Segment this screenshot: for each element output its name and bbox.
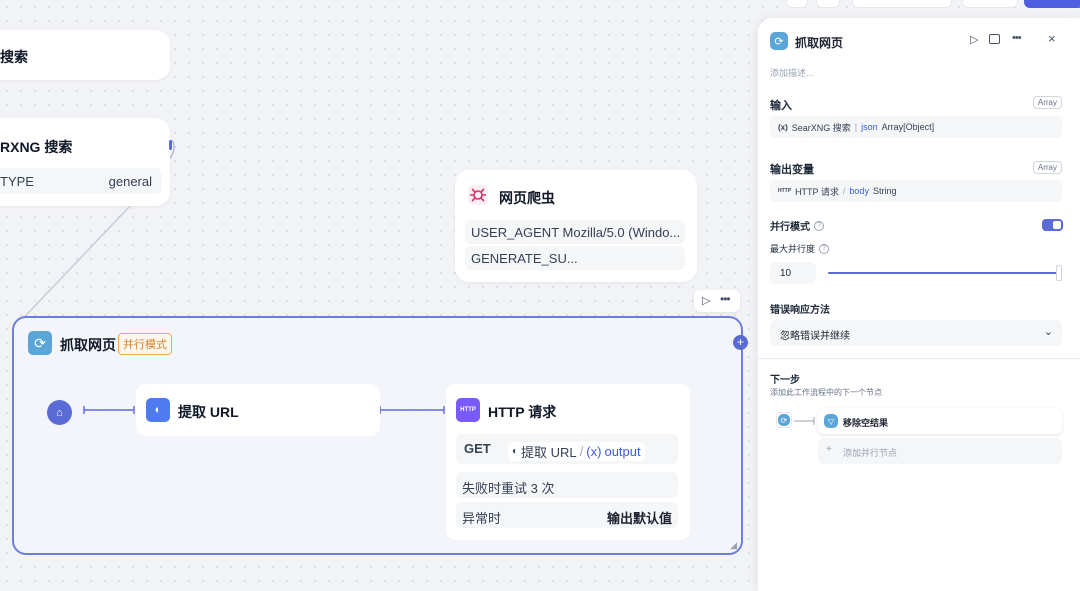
next-step-description: 添加此工作流程中的下一个节点 — [770, 388, 882, 397]
http-url-row: GET ◐ 提取 URL / (x) output — [456, 434, 678, 464]
extract-icon: ◐ — [146, 398, 170, 422]
node-hover-toolbar: ▷ ••• — [694, 290, 740, 312]
searxng-param-value: general — [108, 174, 152, 189]
http-node-title: HTTP 请求 — [488, 404, 557, 420]
input-variable-selector[interactable]: (x) SearXNG 搜索 | json Array[Object] — [770, 116, 1062, 138]
searxng-node[interactable]: RXNG 搜索 TYPE general — [0, 118, 170, 206]
loop-icon: ⟳ — [770, 32, 788, 50]
output-section-label: 输出变量 — [770, 164, 814, 176]
add-parallel-label: 添加并行节点 — [843, 448, 898, 458]
output-variable-selector[interactable]: HTTP HTTP 请求 / body String — [770, 180, 1062, 202]
toolbar-button-1[interactable] — [786, 0, 808, 8]
close-icon[interactable]: × — [1048, 31, 1056, 46]
spider-icon — [467, 184, 489, 206]
output-var-type: String — [872, 186, 897, 196]
output-var-node: HTTP 请求 — [795, 186, 839, 197]
max-parallel-slider[interactable] — [828, 272, 1058, 274]
loop-node[interactable]: ⟳ 抓取网页 并行模式 ⌂ ◐ 提取 URL HTTP HTTP 请求 GET … — [12, 316, 743, 555]
panel-title: 抓取网页 — [795, 36, 844, 50]
separator: / — [842, 186, 846, 196]
crawler-param-row: GENERATE_SU... — [465, 246, 685, 270]
http-error-value: 输出默认值 — [606, 511, 672, 526]
separator: | — [854, 122, 858, 132]
http-retry-text: 失败时重试 3 次 — [462, 481, 555, 496]
slider-handle[interactable] — [1056, 265, 1062, 281]
max-parallel-value: 10 — [780, 268, 792, 279]
resize-handle-icon[interactable]: ◢ — [730, 540, 737, 551]
input-var-field: json — [861, 122, 878, 132]
crawler-param-text: USER_AGENT Mozilla/5.0 (Windo... — [471, 225, 681, 240]
searxng-param-key: TYPE — [0, 174, 34, 189]
description-input[interactable]: 添加描述... — [770, 66, 814, 79]
split-view-icon[interactable] — [989, 34, 1000, 44]
crawler-param-text: GENERATE_SU... — [471, 251, 578, 266]
http-request-node[interactable]: HTTP HTTP 请求 GET ◐ 提取 URL / (x) output 失… — [446, 384, 690, 540]
output-var-field: body — [849, 186, 869, 196]
http-method: GET — [464, 441, 491, 456]
variable-icon: (x) — [778, 122, 788, 132]
searxng-output-handle[interactable] — [169, 140, 172, 150]
input-type-badge: Array — [1032, 96, 1062, 109]
more-icon[interactable]: ••• — [720, 292, 731, 306]
http-url-var-name: output — [604, 444, 641, 459]
publish-button[interactable] — [1024, 0, 1080, 8]
chevron-down-icon: ⌄ — [1043, 326, 1053, 338]
http-url-source: 提取 URL — [521, 445, 577, 460]
add-parallel-node-button[interactable]: + 添加并行节点 — [818, 438, 1062, 464]
help-icon[interactable]: ? — [819, 243, 830, 254]
http-icon: HTTP — [456, 398, 480, 422]
next-step-label: 下一步 — [770, 375, 800, 386]
plus-icon: + — [826, 444, 832, 455]
next-step-source: ⟳ — [776, 412, 792, 428]
next-node-title: 移除空结果 — [843, 418, 889, 428]
settings-panel: ⟳ 抓取网页 ▷ ••• × 添加描述... 输入 Array (x) Sear… — [758, 18, 1080, 591]
run-icon[interactable]: ▷ — [970, 33, 978, 46]
variable-icon: (x) — [586, 444, 602, 459]
next-node-card[interactable]: ▽ 移除空结果 — [818, 408, 1062, 434]
loop-icon: ⟳ — [778, 414, 790, 426]
crawler-node[interactable]: 网页爬虫 USER_AGENT Mozilla/5.0 (Windo... GE… — [455, 170, 697, 282]
max-parallel-row: 最大并行度 ? — [770, 242, 830, 255]
parallel-mode-toggle[interactable] — [1042, 219, 1063, 231]
input-var-node: SearXNG 搜索 — [791, 122, 851, 133]
divider — [758, 358, 1080, 359]
crawler-param-row: USER_AGENT Mozilla/5.0 (Windo... — [465, 220, 685, 244]
error-method-value: 忽略错误并继续 — [780, 331, 850, 342]
parallel-mode-row: 并行模式 ? — [770, 218, 824, 233]
more-icon[interactable]: ••• — [1012, 32, 1022, 44]
search-node[interactable]: 搜索 — [0, 30, 170, 80]
http-retry-row: 失败时重试 3 次 — [456, 472, 678, 498]
next-step-edge — [794, 417, 815, 425]
output-type-badge: Array — [1032, 161, 1062, 174]
input-section-label: 输入 — [770, 100, 792, 112]
http-url-var: ◐ 提取 URL / (x) output — [508, 442, 645, 461]
input-var-type: Array[Object] — [881, 122, 935, 132]
extract-url-title: 提取 URL — [178, 404, 239, 420]
toolbar-button-4[interactable] — [962, 0, 1018, 8]
parallel-mode-label: 并行模式 — [770, 222, 810, 233]
crawler-node-title: 网页爬虫 — [499, 190, 555, 206]
filter-icon: ▽ — [824, 414, 838, 428]
extract-url-node[interactable]: ◐ 提取 URL — [136, 384, 380, 436]
error-section-label: 错误响应方法 — [770, 305, 830, 316]
extract-icon-small: ◐ — [512, 446, 519, 457]
error-method-select[interactable]: 忽略错误并继续 ⌄ — [770, 320, 1062, 346]
searxng-node-title: RXNG 搜索 — [0, 139, 73, 155]
max-parallel-input[interactable]: 10 — [770, 262, 816, 284]
run-icon[interactable]: ▷ — [702, 294, 710, 307]
http-icon-small: HTTP — [778, 188, 792, 194]
max-parallel-label: 最大并行度 — [770, 244, 816, 254]
help-icon[interactable]: ? — [814, 220, 824, 231]
path-separator: / — [579, 444, 584, 459]
http-error-label: 异常时 — [462, 511, 502, 526]
searxng-param-row: TYPE general — [0, 168, 162, 194]
toolbar-button-2[interactable] — [816, 0, 840, 8]
http-error-row: 异常时 输出默认值 — [456, 502, 678, 528]
toolbar-button-3[interactable] — [852, 0, 952, 8]
search-node-title: 搜索 — [0, 49, 28, 65]
add-node-button[interactable]: + — [733, 335, 748, 350]
